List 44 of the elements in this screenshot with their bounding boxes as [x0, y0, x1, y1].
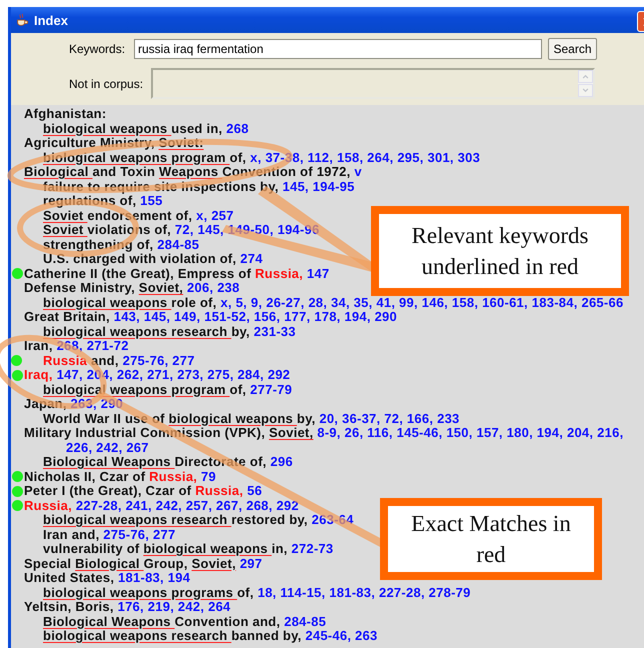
callout-note: Exact Matches in red	[380, 498, 602, 580]
index-subentry: Soviet endorsement of, x, 257	[43, 208, 234, 223]
scroll-bar[interactable]	[578, 70, 593, 97]
index-subentry: Soviet violations of, 72, 145, 149-50, 194-96	[43, 223, 320, 238]
index-subentry: biological weapons used in, 268	[43, 122, 249, 136]
index-subentry: World War II use of biological weapons by, 20, 36-37, 72, 166, 233	[43, 412, 460, 426]
index-subentry: U.S. charged with violation of, 274	[43, 252, 263, 266]
index-subentry: biological weapons research restored by, 263-64	[43, 513, 354, 528]
index-entry: Biological and Toxin Weapons Convention of 1972, v	[24, 165, 362, 180]
index-subentry: biological weapons research banned by, 245-46, 263	[43, 629, 378, 644]
index-subentry: Biological Weapons Directorate of, 296	[43, 455, 293, 470]
cup-icon	[15, 13, 29, 27]
index-entry: Catherine II (the Great), Empress of Russia, 147	[24, 266, 330, 281]
window-title: Index	[34, 12, 68, 28]
index-entry: Iran, 268, 271-72	[24, 339, 129, 354]
index-subentry: biological weapons programs of, 18, 114-15, 181-83, 227-28, 278-79	[43, 586, 471, 600]
scroll-down-icon[interactable]	[578, 84, 593, 97]
index-subentry: vulnerability of biological weapons in, 272-73	[43, 542, 334, 556]
index-entry: Nicholas II, Czar of Russia, 79	[24, 470, 216, 484]
not-in-corpus-label: Not in corpus:	[68, 76, 144, 90]
index-subentry: regulations of, 155	[43, 194, 163, 208]
callout-note: Relevant keywords underlined in red	[371, 206, 629, 296]
index-subentry: biological weapons role of, x, 5, 9, 26-27, 28, 34, 35, 41, 99, 146, 158, 160-61, 183-84, 265-66	[43, 296, 624, 310]
keywords-field[interactable]: russia iraq fermentation	[134, 39, 542, 59]
index-subentry: Biological Weapons Convention and, 284-85	[43, 614, 326, 629]
search-button[interactable]: Search	[548, 38, 597, 60]
index-entry: Yeltsin, Boris, 176, 219, 242, 264	[24, 600, 231, 614]
index-entry: Great Britain, 143, 145, 149, 151-52, 156, 177, 178, 194, 290	[24, 310, 398, 324]
index-entry: Afghanistan:	[24, 107, 106, 122]
index-subentry: biological weapons program of, x, 37-38, 112, 158, 264, 295, 301, 303	[43, 150, 480, 165]
index-entry: Defense Ministry, Soviet, 206, 238	[24, 281, 240, 296]
scroll-up-icon[interactable]	[578, 70, 593, 83]
index-subentry: biological weapons program of, 277-79	[43, 382, 292, 397]
index-entry: United States, 181-83, 194	[24, 571, 190, 586]
index-subentry: biological weapons research by, 231-33	[43, 324, 296, 339]
not-in-corpus-field[interactable]	[151, 68, 595, 99]
index-entry: Russia, 227-28, 241, 242, 257, 267, 268, 292	[24, 498, 299, 513]
index-entry: Iraq, 147, 204, 262, 271, 273, 275, 284, 292	[24, 368, 290, 382]
index-subentry: Russia and, 275-76, 277	[43, 354, 195, 368]
index-subentry: Iran and, 275-76, 277	[43, 528, 176, 542]
index-entry: Special Biological Group, Soviet, 297	[24, 556, 262, 571]
index-entry: Military Industrial Commission (VPK), Soviet, 8-9, 26, 116, 145-46, 150, 157, 180, 194, 204, 216, 226, 242, 267	[24, 426, 624, 455]
index-subentry: strengthening of, 284-85	[43, 238, 200, 252]
index-entry: Peter I (the Great), Czar of Russia, 56	[24, 484, 262, 498]
